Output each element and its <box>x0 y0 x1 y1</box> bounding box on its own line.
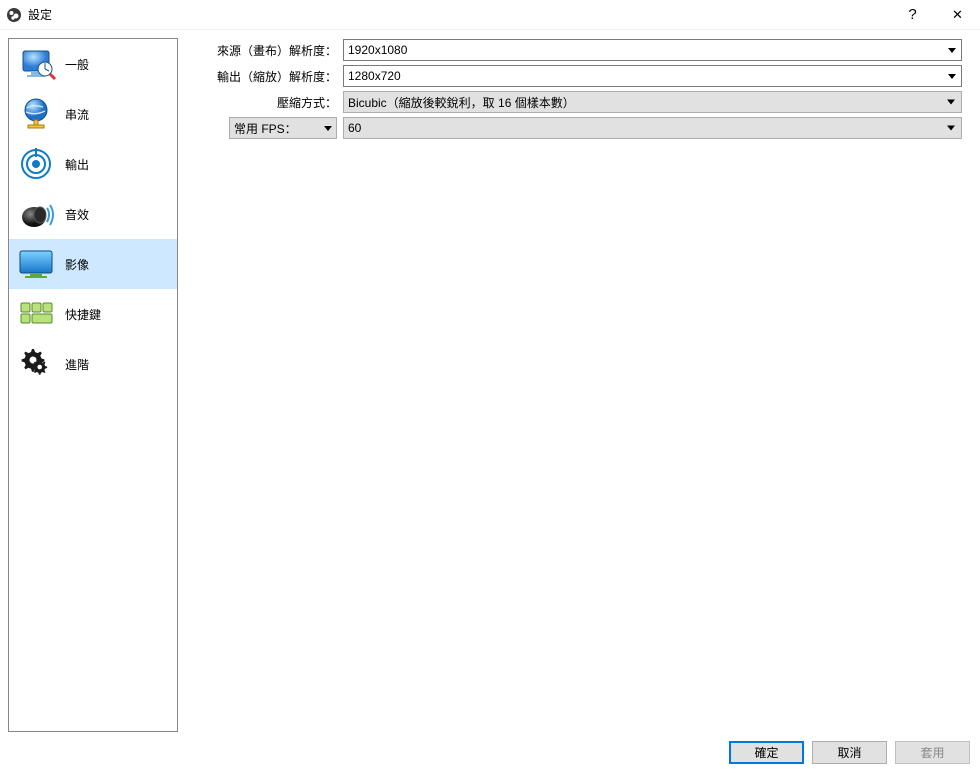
fps-value: 60 <box>348 121 361 135</box>
sidebar-item-label: 一般 <box>65 56 89 73</box>
app-icon <box>6 7 22 23</box>
help-button[interactable]: ? <box>890 0 935 30</box>
sidebar-item-output[interactable]: 輸出 <box>9 139 177 189</box>
settings-panel-video: 來源（畫布）解析度： 1920x1080 輸出（縮放）解析度： 1280x720… <box>178 38 972 732</box>
sidebar-item-hotkeys[interactable]: 快捷鍵 <box>9 289 177 339</box>
window-title: 設定 <box>28 6 52 23</box>
sidebar-item-label: 進階 <box>65 356 89 373</box>
audio-icon <box>15 193 57 235</box>
base-resolution-value: 1920x1080 <box>348 43 407 57</box>
base-resolution-label: 來源（畫布）解析度： <box>198 42 343 59</box>
fps-type-dropdown[interactable]: 常用 FPS： <box>229 117 337 139</box>
dialog-footer: 確定 取消 套用 <box>0 740 980 770</box>
fps-type-label: 常用 FPS： <box>234 120 297 137</box>
hotkeys-icon <box>15 293 57 335</box>
settings-sidebar: 一般 串流 <box>8 38 178 732</box>
chevron-down-icon <box>947 100 955 105</box>
output-resolution-combo[interactable]: 1280x720 <box>343 65 962 87</box>
base-resolution-combo[interactable]: 1920x1080 <box>343 39 962 61</box>
cancel-button[interactable]: 取消 <box>812 741 887 764</box>
close-button[interactable]: ✕ <box>935 0 980 30</box>
sidebar-item-label: 音效 <box>65 206 89 223</box>
apply-button: 套用 <box>895 741 970 764</box>
downscale-filter-value: Bicubic（縮放後較銳利，取 16 個樣本數） <box>348 94 575 111</box>
sidebar-item-advanced[interactable]: 進階 <box>9 339 177 389</box>
sidebar-item-label: 快捷鍵 <box>65 306 101 323</box>
chevron-down-icon <box>324 126 332 131</box>
sidebar-item-audio[interactable]: 音效 <box>9 189 177 239</box>
downscale-filter-dropdown[interactable]: Bicubic（縮放後較銳利，取 16 個樣本數） <box>343 91 962 113</box>
ok-button[interactable]: 確定 <box>729 741 804 764</box>
downscale-filter-label: 壓縮方式： <box>198 94 343 111</box>
output-resolution-label: 輸出（縮放）解析度： <box>198 68 343 85</box>
video-icon <box>15 243 57 285</box>
chevron-down-icon[interactable] <box>943 41 960 59</box>
output-icon <box>15 143 57 185</box>
fps-value-dropdown[interactable]: 60 <box>343 117 962 139</box>
sidebar-item-label: 串流 <box>65 106 89 123</box>
sidebar-item-general[interactable]: 一般 <box>9 39 177 89</box>
stream-icon <box>15 93 57 135</box>
chevron-down-icon <box>947 126 955 131</box>
title-bar: 設定 ? ✕ <box>0 0 980 30</box>
advanced-icon <box>15 343 57 385</box>
output-resolution-value: 1280x720 <box>348 69 401 83</box>
chevron-down-icon[interactable] <box>943 67 960 85</box>
general-icon <box>15 43 57 85</box>
sidebar-item-label: 影像 <box>65 256 89 273</box>
sidebar-item-label: 輸出 <box>65 156 89 173</box>
sidebar-item-stream[interactable]: 串流 <box>9 89 177 139</box>
sidebar-item-video[interactable]: 影像 <box>9 239 177 289</box>
